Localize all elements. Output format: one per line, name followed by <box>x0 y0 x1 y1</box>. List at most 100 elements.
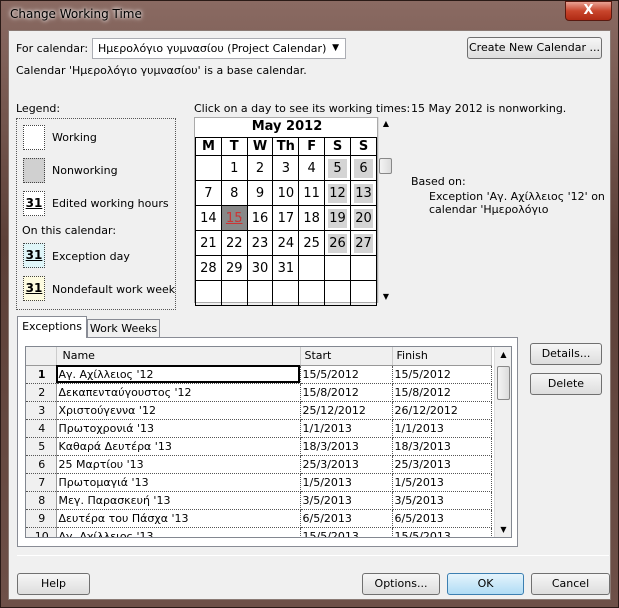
cell-name[interactable]: Δεκαπενταύγουστος '12 <box>56 383 301 402</box>
row-number[interactable]: 2 <box>26 383 57 402</box>
calendar-day[interactable]: 27 <box>350 230 377 256</box>
calendar-day[interactable]: 11 <box>298 180 326 206</box>
calendar-day[interactable]: 29 <box>220 255 248 281</box>
cell-name[interactable]: Μεγ. Παρασκευή '13 <box>56 491 301 510</box>
scroll-up-icon[interactable]: ▲ <box>379 119 393 128</box>
calendar-day[interactable]: 12 <box>324 180 352 206</box>
cell-start[interactable]: 15/5/2012 <box>300 365 393 384</box>
calendar-day[interactable]: 10 <box>272 180 300 206</box>
calendar-day[interactable]: 21 <box>195 230 222 256</box>
table-row[interactable]: 9 Δευτέρα του Πάσχα '13 6/5/2013 6/5/2013 <box>26 509 492 528</box>
table-row[interactable]: 6 25 Μαρτίου '13 25/3/2013 25/3/2013 <box>26 455 492 474</box>
calendar-day[interactable] <box>324 255 352 281</box>
help-button[interactable]: Help <box>17 573 90 595</box>
calendar-day[interactable]: 3 <box>272 155 300 181</box>
table-row[interactable]: 8 Μεγ. Παρασκευή '13 3/5/2013 3/5/2013 <box>26 491 492 510</box>
cell-name[interactable]: Αγ. Αχίλλειος '13 <box>56 527 301 537</box>
month-calendar[interactable]: May 2012 M T W Th F S S 1 2 3 4 5 6 7 8 9 10 11 12 13 14 15 16… <box>194 117 378 306</box>
calendar-day[interactable]: 9 <box>246 180 274 206</box>
cell-start[interactable]: 1/5/2013 <box>300 473 393 492</box>
calendar-day[interactable]: 2 <box>246 155 274 181</box>
cell-finish[interactable]: 18/3/2013 <box>392 437 492 456</box>
scroll-thumb[interactable] <box>497 366 510 400</box>
calendar-day[interactable]: 31 <box>272 255 300 281</box>
calendar-day[interactable]: 20 <box>350 205 377 231</box>
calendar-day[interactable] <box>246 280 274 306</box>
calendar-day[interactable] <box>195 155 222 181</box>
tab-exceptions[interactable]: Exceptions <box>17 316 87 338</box>
calendar-day[interactable]: 22 <box>220 230 248 256</box>
calendar-day[interactable] <box>298 255 326 281</box>
cell-start[interactable]: 6/5/2013 <box>300 509 393 528</box>
calendar-day[interactable] <box>350 255 377 281</box>
scroll-up-icon[interactable]: ▲ <box>495 350 511 359</box>
cell-name[interactable]: Αγ. Αχίλλειος '12 <box>56 365 301 384</box>
cell-start[interactable]: 3/5/2013 <box>300 491 393 510</box>
cell-finish[interactable]: 1/1/2013 <box>392 419 492 438</box>
calendar-day[interactable]: 30 <box>246 255 274 281</box>
calendar-day[interactable]: 25 <box>298 230 326 256</box>
cell-start[interactable]: 1/1/2013 <box>300 419 393 438</box>
calendar-day[interactable]: 13 <box>350 180 377 206</box>
calendar-day[interactable]: 8 <box>220 180 248 206</box>
tab-work-weeks[interactable]: Work Weeks <box>87 319 160 337</box>
row-number[interactable]: 10 <box>26 527 57 537</box>
table-row[interactable]: 1 Αγ. Αχίλλειος '12 15/5/2012 15/5/2012 <box>26 365 492 384</box>
calendar-day[interactable]: 24 <box>272 230 300 256</box>
cell-finish[interactable]: 15/5/2012 <box>392 365 492 384</box>
cell-finish[interactable]: 15/5/2013 <box>392 527 492 537</box>
calendar-day[interactable]: 4 <box>298 155 326 181</box>
calendar-day[interactable]: 19 <box>324 205 352 231</box>
calendar-day[interactable] <box>272 280 300 306</box>
table-row[interactable]: 10 Αγ. Αχίλλειος '13 15/5/2013 15/5/2013 <box>26 527 492 537</box>
exceptions-table[interactable]: Name Start Finish 1 Αγ. Αχίλλειος '12 15/5… <box>25 346 512 538</box>
scroll-down-icon[interactable]: ▼ <box>495 525 511 534</box>
row-number[interactable]: 1 <box>26 365 57 384</box>
cancel-button[interactable]: Cancel <box>531 573 610 595</box>
cell-finish[interactable]: 26/12/2012 <box>392 401 492 420</box>
cell-finish[interactable]: 25/3/2013 <box>392 455 492 474</box>
cell-finish[interactable]: 6/5/2013 <box>392 509 492 528</box>
cell-name[interactable]: Καθαρά Δευτέρα '13 <box>56 437 301 456</box>
cell-name[interactable]: Πρωτοχρονιά '13 <box>56 419 301 438</box>
cell-name[interactable]: Χριστούγεννα '12 <box>56 401 301 420</box>
close-button[interactable]: X <box>565 1 612 21</box>
cell-name[interactable]: Πρωτομαγιά '13 <box>56 473 301 492</box>
calendar-day[interactable]: 5 <box>324 155 352 181</box>
calendar-day-selected[interactable]: 15 <box>220 205 248 231</box>
delete-button[interactable]: Delete <box>530 373 602 395</box>
create-new-calendar-button[interactable]: Create New Calendar ... <box>467 37 602 59</box>
calendar-day[interactable]: 26 <box>324 230 352 256</box>
table-row[interactable]: 2 Δεκαπενταύγουστος '12 15/8/2012 15/8/2012 <box>26 383 492 402</box>
table-scrollbar[interactable]: ▲ ▼ <box>494 347 511 537</box>
calendar-day[interactable] <box>324 280 352 306</box>
row-number[interactable]: 8 <box>26 491 57 510</box>
details-button[interactable]: Details... <box>530 343 602 365</box>
scroll-down-icon[interactable]: ▼ <box>379 292 393 301</box>
row-number[interactable]: 5 <box>26 437 57 456</box>
cell-name[interactable]: 25 Μαρτίου '13 <box>56 455 301 474</box>
cell-finish[interactable]: 3/5/2013 <box>392 491 492 510</box>
table-row[interactable]: 3 Χριστούγεννα '12 25/12/2012 26/12/2012 <box>26 401 492 420</box>
calendar-day[interactable]: 17 <box>272 205 300 231</box>
calendar-day[interactable] <box>195 280 222 306</box>
calendar-scrollbar[interactable]: ▲ ▼ <box>378 117 392 303</box>
calendar-day[interactable] <box>350 280 377 306</box>
cell-finish[interactable]: 1/5/2013 <box>392 473 492 492</box>
calendar-day[interactable]: 6 <box>350 155 377 181</box>
calendar-day[interactable]: 18 <box>298 205 326 231</box>
cell-finish[interactable]: 15/8/2012 <box>392 383 492 402</box>
calendar-select[interactable]: Ημερολόγιο γυμνασίου (Project Calendar) ▼ <box>92 38 346 59</box>
row-number[interactable]: 7 <box>26 473 57 492</box>
cell-start[interactable]: 15/5/2013 <box>300 527 393 537</box>
column-header-finish[interactable]: Finish <box>392 347 492 366</box>
ok-button[interactable]: OK <box>447 573 524 595</box>
calendar-day[interactable]: 28 <box>195 255 222 281</box>
row-number[interactable]: 3 <box>26 401 57 420</box>
calendar-grid[interactable]: M T W Th F S S 1 2 3 4 5 6 7 8 9 10 11 12 13 14 15 16 17 18 19 20 2… <box>195 137 377 306</box>
calendar-day[interactable]: 16 <box>246 205 274 231</box>
cell-start[interactable]: 15/8/2012 <box>300 383 393 402</box>
table-row[interactable]: 7 Πρωτομαγιά '13 1/5/2013 1/5/2013 <box>26 473 492 492</box>
cell-name[interactable]: Δευτέρα του Πάσχα '13 <box>56 509 301 528</box>
cell-start[interactable]: 18/3/2013 <box>300 437 393 456</box>
